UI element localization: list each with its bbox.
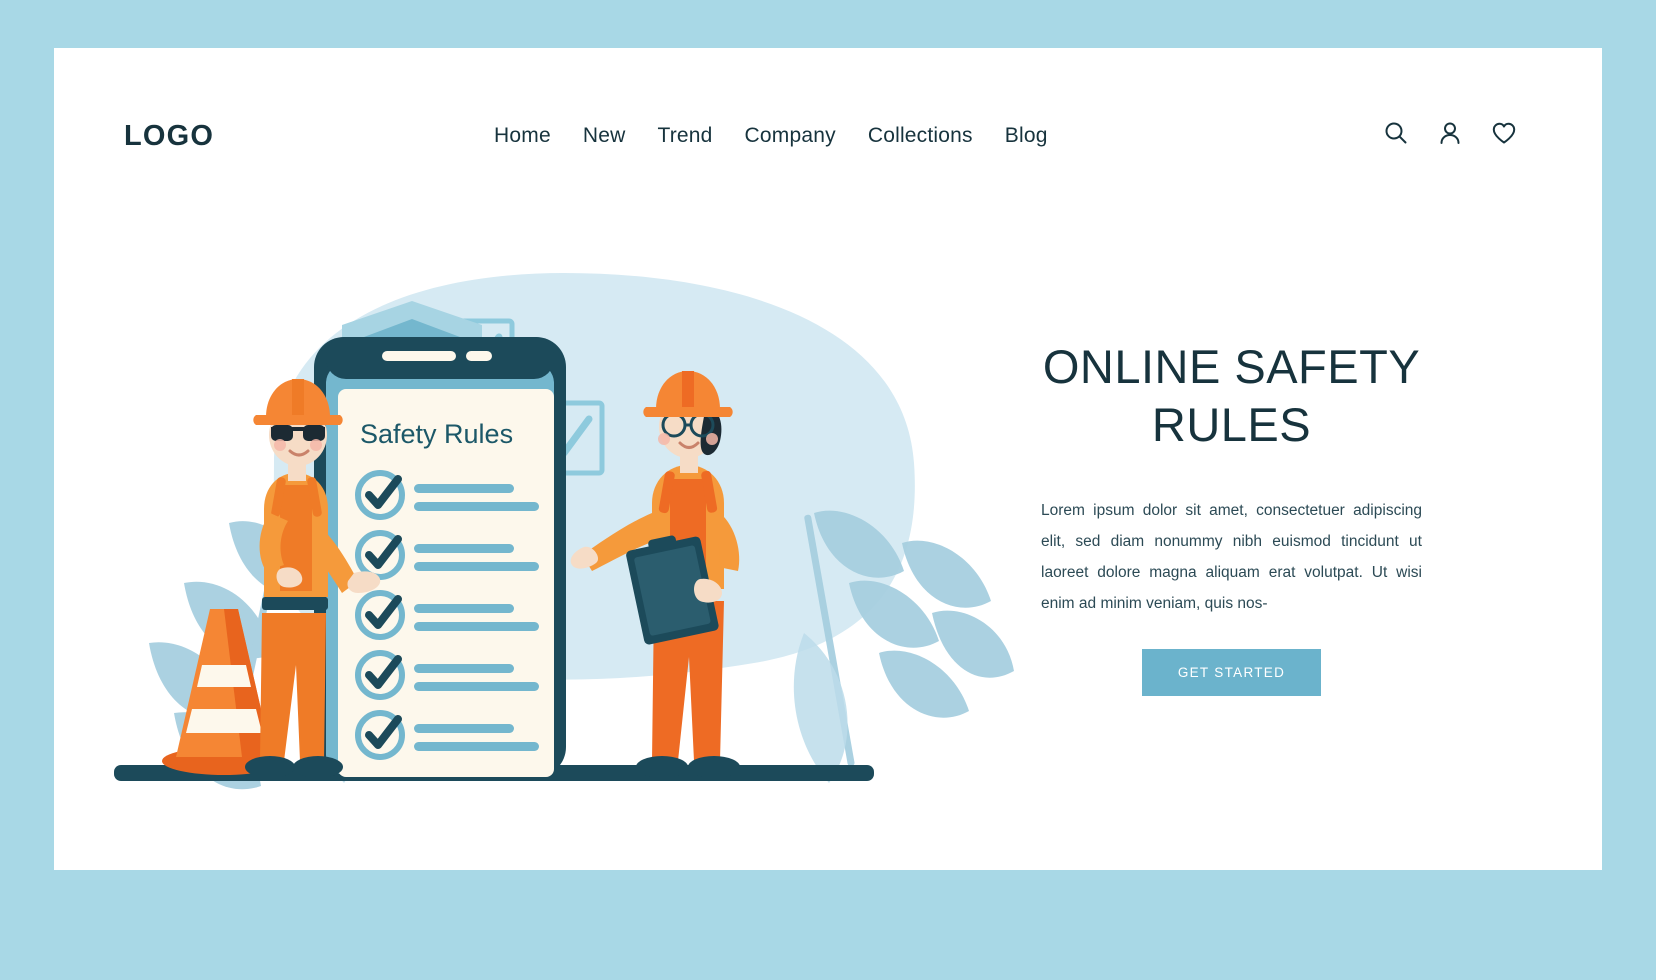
user-icon[interactable]	[1437, 120, 1463, 146]
nav-item-trend[interactable]: Trend	[657, 124, 712, 148]
page-title: ONLINE SAFETY RULES	[1042, 340, 1421, 452]
content-card: LOGO Home New Trend Company Collections …	[54, 48, 1602, 870]
nav-item-company[interactable]: Company	[745, 124, 836, 148]
hero-copy: ONLINE SAFETY RULES Lorem ipsum dolor si…	[1029, 338, 1434, 696]
nav-item-new[interactable]: New	[583, 124, 626, 148]
hero-illustration: Safety Rules	[114, 213, 1014, 833]
main-navigation: Home New Trend Company Collections Blog	[494, 124, 1048, 148]
nav-item-home[interactable]: Home	[494, 124, 551, 148]
logo[interactable]: LOGO	[124, 120, 214, 153]
phone-screen-title: Safety Rules	[360, 419, 513, 449]
get-started-button[interactable]: GET STARTED	[1141, 648, 1322, 696]
nav-item-collections[interactable]: Collections	[868, 124, 973, 148]
search-icon[interactable]	[1383, 120, 1409, 146]
header-icon-group	[1383, 120, 1517, 146]
heart-icon[interactable]	[1491, 120, 1517, 146]
hero-paragraph: Lorem ipsum dolor sit amet, consectetuer…	[1041, 501, 1422, 612]
site-header: LOGO Home New Trend Company Collections …	[54, 48, 1602, 228]
page-root: LOGO Home New Trend Company Collections …	[0, 0, 1656, 980]
cta-container: GET STARTED	[1029, 648, 1434, 696]
nav-item-blog[interactable]: Blog	[1005, 124, 1048, 148]
